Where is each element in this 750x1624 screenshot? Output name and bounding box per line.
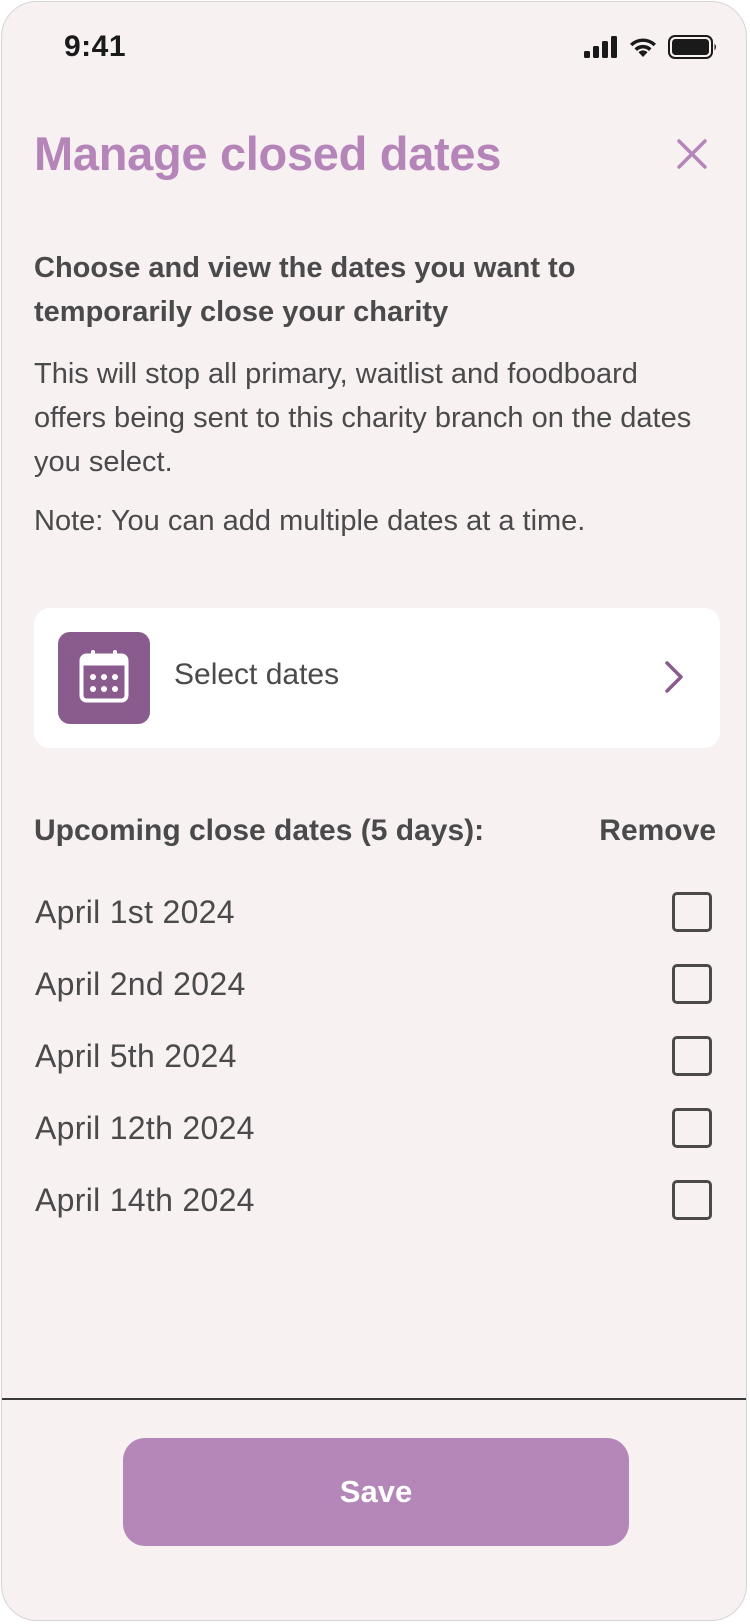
remove-checkbox[interactable] (672, 1180, 712, 1220)
status-icons (584, 35, 718, 64)
footer-divider (2, 1398, 746, 1400)
select-dates-button[interactable]: Select dates (34, 608, 720, 748)
calendar-icon-box (58, 632, 150, 724)
date-label: April 14th 2024 (35, 1182, 255, 1218)
signal-icon (584, 36, 618, 63)
remove-checkbox[interactable] (672, 892, 712, 932)
calendar-icon (79, 649, 129, 708)
phone-screen: 9:41 Manage closed dates Choose and view… (1, 1, 747, 1621)
date-row: April 1st 2024 (2, 882, 746, 954)
date-row: April 12th 2024 (2, 1098, 746, 1170)
remove-checkbox[interactable] (672, 964, 712, 1004)
intro-heading: Choose and view the dates you want to te… (34, 252, 576, 328)
save-button[interactable]: Save (123, 1438, 629, 1546)
page-title: Manage closed dates (34, 127, 502, 180)
close-icon (676, 138, 708, 175)
close-button[interactable] (672, 136, 712, 176)
date-row: April 5th 2024 (2, 1026, 746, 1098)
remove-checkbox[interactable] (672, 1108, 712, 1148)
select-dates-label: Select dates (174, 658, 340, 691)
upcoming-dates-header: Upcoming close dates (5 days): (34, 814, 485, 847)
date-row: April 2nd 2024 (2, 954, 746, 1026)
date-label: April 12th 2024 (35, 1110, 255, 1146)
status-time: 9:41 (64, 30, 127, 63)
remove-checkbox[interactable] (672, 1036, 712, 1076)
date-label: April 5th 2024 (35, 1038, 237, 1074)
remove-column-header: Remove (599, 814, 716, 847)
date-label: April 2nd 2024 (35, 966, 246, 1002)
intro-body: This will stop all primary, waitlist and… (34, 358, 692, 478)
chevron-right-icon (664, 660, 684, 699)
wifi-icon (628, 36, 658, 63)
status-bar: 9:41 (2, 2, 746, 92)
intro-note: Note: You can add multiple dates at a ti… (34, 505, 586, 537)
date-label: April 1st 2024 (35, 894, 235, 930)
battery-icon (668, 35, 718, 64)
date-row: April 14th 2024 (2, 1170, 746, 1242)
